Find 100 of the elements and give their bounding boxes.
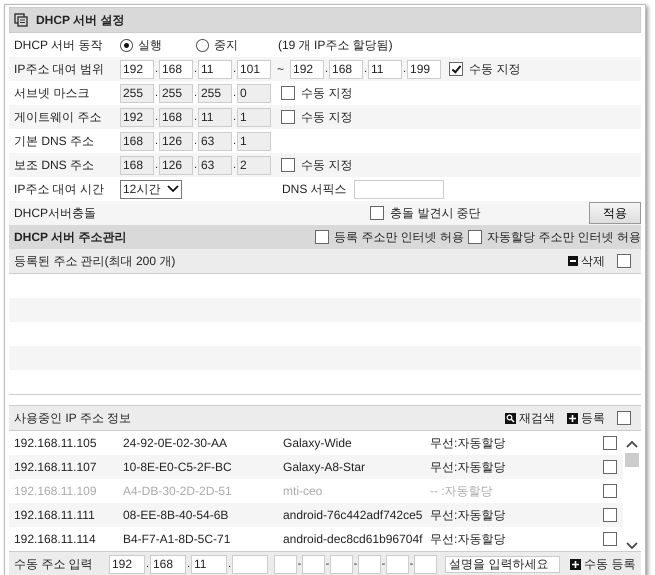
octet-separator: . — [193, 87, 198, 99]
table-row[interactable]: 192.168.11.114 B4-F7-A1-8D-5C-71 android-dec8cd61b96704f 무선:자동할당 — [9, 527, 623, 551]
window-icon — [14, 13, 28, 27]
table-cell-text: -- :자동할당 — [430, 482, 494, 500]
octet-separator: . — [232, 159, 237, 171]
table-cell-text: Galaxy-Wide — [283, 436, 353, 450]
table-cell-text: android-76c442adf742ce5 — [283, 508, 424, 522]
table-cell-text: android-dec8cd61b96704f — [283, 532, 424, 546]
table-cell-text: 08-EE-8B-40-54-6B — [123, 508, 230, 522]
octet-field[interactable]: 199 — [407, 60, 442, 78]
table-cell-text: B4-F7-A1-8D-5C-71 — [123, 532, 232, 546]
octet-field[interactable]: 192 — [109, 554, 145, 574]
table-cell-text: 192.168.11.105 — [14, 436, 98, 450]
row-checkbox[interactable] — [603, 508, 617, 522]
checkbox-label: 등록 주소만 인터넷 허용 — [334, 228, 464, 246]
checkbox[interactable] — [314, 230, 329, 244]
list-title: 사용중인 IP 주소 정보 — [14, 410, 132, 426]
register-action[interactable]: 등록 — [567, 410, 605, 426]
octet-field[interactable] — [232, 554, 268, 574]
apply-button[interactable]: 적용 — [589, 202, 641, 224]
scroll-down-icon[interactable] — [625, 541, 639, 551]
manual-register-action[interactable]: 수동 등록 — [570, 556, 636, 572]
table-row[interactable]: 192.168.11.111 08-EE-8B-40-54-6B android-76c442adf742ce5 무선:자동할당 — [9, 503, 623, 527]
row-label: DHCP서버충돌 — [14, 204, 98, 222]
octet-separator: . — [154, 63, 159, 75]
octet-separator: . — [154, 159, 159, 171]
octet-field[interactable]: 101 — [237, 60, 271, 78]
panel-title: DHCP 서버 설정 — [36, 12, 124, 28]
octet-field[interactable]: 11 — [368, 60, 402, 78]
lease-time-select[interactable]: 12시간 — [120, 180, 182, 198]
mac-separator: - — [297, 558, 302, 570]
scroll-up-icon[interactable] — [625, 439, 639, 449]
octet-separator: . — [232, 135, 237, 147]
select-all-checkbox[interactable] — [617, 254, 631, 268]
checkbox[interactable] — [468, 230, 482, 244]
row-label: 기본 DNS 주소 — [14, 132, 96, 150]
checkbox[interactable] — [449, 62, 464, 76]
octet-separator: . — [193, 135, 198, 147]
octet-field[interactable]: 168 — [150, 554, 186, 574]
description-field[interactable]: 설명을 입력하세요 — [445, 556, 560, 572]
checkbox-label: 수동 지정 — [469, 60, 520, 78]
octet-field[interactable]: 168 — [159, 60, 193, 78]
table-cell-text: 10-8E-E0-C5-2F-BC — [123, 460, 233, 474]
plus-icon — [570, 558, 581, 570]
mac-field[interactable] — [358, 554, 381, 574]
mac-field[interactable] — [330, 554, 353, 574]
table-row[interactable]: 192.168.11.105 24-92-0E-02-30-AA Galaxy-Wide 무선:자동할당 — [9, 431, 623, 455]
mac-field[interactable] — [386, 554, 409, 574]
octet-separator: . — [324, 63, 330, 75]
checkbox-label: 수동 지정 — [301, 84, 352, 102]
checkbox[interactable] — [370, 206, 384, 220]
plus-icon — [567, 412, 578, 424]
delete-action[interactable]: 삭제 — [568, 252, 605, 270]
table-cell-text: A4-DB-30-2D-2D-51 — [123, 484, 233, 498]
mac-separator: - — [353, 558, 358, 570]
octet-separator: . — [227, 558, 232, 570]
table-row[interactable]: 192.168.11.107 10-8E-E0-C5-2F-BC Galaxy-A8-Star 무선:자동할당 — [9, 455, 623, 479]
row-checkbox[interactable] — [603, 436, 617, 450]
scroll-thumb[interactable] — [625, 453, 639, 467]
mac-field[interactable] — [302, 554, 325, 574]
select-all-checkbox[interactable] — [617, 411, 631, 425]
octet-separator: . — [186, 558, 191, 570]
table-cell-text: 192.168.11.107 — [14, 460, 98, 474]
row-label: 보조 DNS 주소 — [14, 156, 96, 174]
checkbox-label: 자동할당 주소만 인터넷 허용 — [486, 228, 641, 246]
row-label: 게이트웨이 주소 — [14, 108, 102, 126]
row-checkbox[interactable] — [603, 532, 617, 546]
minus-icon — [568, 256, 578, 266]
mac-separator: - — [409, 558, 414, 570]
allocation-note: (19 개 IP주소 할당됨) — [278, 36, 393, 54]
table-cell-text: 무선:자동할당 — [430, 458, 506, 476]
row-label: DNS 서픽스 — [282, 180, 348, 198]
rescan-action[interactable]: 재검색 — [505, 410, 555, 426]
octet-field[interactable]: 168 — [329, 60, 364, 78]
radio-button[interactable] — [120, 38, 133, 52]
octet-field[interactable]: 192 — [290, 60, 324, 78]
octet-separator: . — [154, 87, 159, 99]
mac-field[interactable] — [414, 554, 437, 574]
octet-separator: . — [232, 87, 237, 99]
row-label: 서브넷 마스크 — [14, 84, 90, 102]
radio-button[interactable] — [196, 38, 209, 52]
row-checkbox[interactable] — [603, 460, 617, 474]
table-cell-text: 무선:자동할당 — [430, 530, 506, 548]
octet-field[interactable]: 192 — [120, 60, 154, 78]
mac-field[interactable] — [274, 554, 297, 574]
octet-field[interactable]: 11 — [198, 60, 232, 78]
checkbox-label: 수동 지정 — [301, 108, 352, 126]
octet-separator: . — [145, 558, 150, 570]
octet-field[interactable]: 11 — [191, 554, 227, 574]
list-title: 등록된 주소 관리(최대 200 개) — [14, 252, 176, 270]
row-label: IP주소 대여 시간 — [14, 180, 106, 198]
table-cell-text: 24-92-0E-02-30-AA — [123, 436, 228, 450]
dns-suffix-field[interactable] — [354, 180, 444, 198]
octet-separator: . — [154, 111, 159, 123]
octet-separator: . — [193, 159, 198, 171]
range-separator: ~ — [277, 62, 284, 76]
table-cell-text: 192.168.11.109 — [14, 484, 98, 498]
table-cell-text: Galaxy-A8-Star — [283, 460, 366, 474]
table-cell-text: mti-ceo — [283, 484, 324, 498]
octet-separator: . — [232, 63, 237, 75]
